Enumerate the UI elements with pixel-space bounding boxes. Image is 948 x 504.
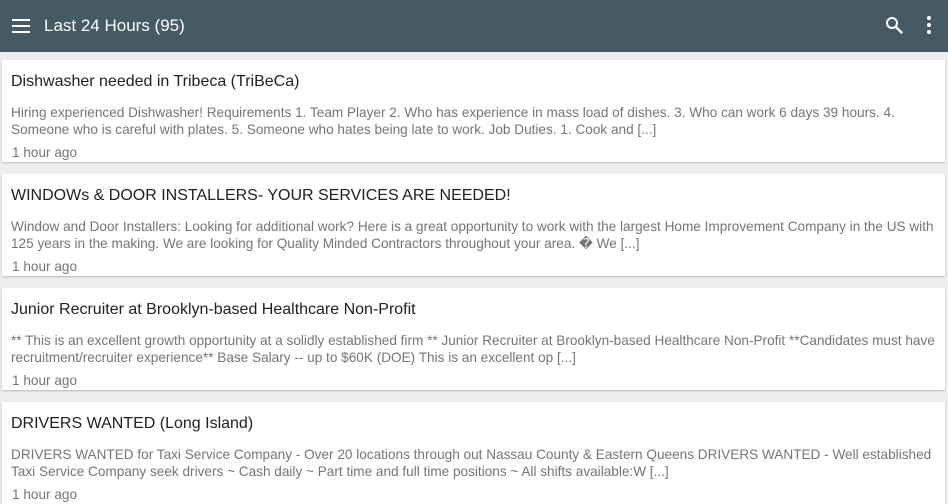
listing-card[interactable]: Dishwasher needed in Tribeca (TriBeCa) H… bbox=[2, 60, 945, 162]
app-bar: Last 24 Hours (95) bbox=[0, 0, 948, 52]
hamburger-menu-icon[interactable] bbox=[12, 17, 30, 35]
listing-card[interactable]: Junior Recruiter at Brooklyn-based Healt… bbox=[2, 288, 945, 390]
more-vertical-icon[interactable] bbox=[920, 15, 938, 35]
listing-card[interactable]: DRIVERS WANTED (Long Island) DRIVERS WAN… bbox=[2, 402, 945, 504]
listing-time: 1 hour ago bbox=[12, 145, 78, 160]
listing-time: 1 hour ago bbox=[12, 259, 78, 274]
page-title: Last 24 Hours (95) bbox=[44, 16, 185, 35]
listing-description: Window and Door Installers: Looking for … bbox=[11, 219, 934, 251]
listing-title: Junior Recruiter at Brooklyn-based Healt… bbox=[11, 301, 416, 318]
listing-description: DRIVERS WANTED for Taxi Service Company … bbox=[11, 447, 932, 479]
listing-title: WINDOWs & DOOR INSTALLERS- YOUR SERVICES… bbox=[11, 187, 511, 204]
listing-card[interactable]: WINDOWs & DOOR INSTALLERS- YOUR SERVICES… bbox=[2, 174, 945, 276]
listing-description: ** This is an excellent growth opportuni… bbox=[11, 333, 935, 365]
listing-time: 1 hour ago bbox=[12, 373, 78, 388]
listing-description: Hiring experienced Dishwasher! Requireme… bbox=[11, 105, 895, 137]
search-icon[interactable] bbox=[885, 16, 903, 34]
listing-title: Dishwasher needed in Tribeca (TriBeCa) bbox=[11, 73, 300, 90]
listing-title: DRIVERS WANTED (Long Island) bbox=[11, 415, 254, 432]
listing-list: Dishwasher needed in Tribeca (TriBeCa) H… bbox=[0, 52, 948, 504]
